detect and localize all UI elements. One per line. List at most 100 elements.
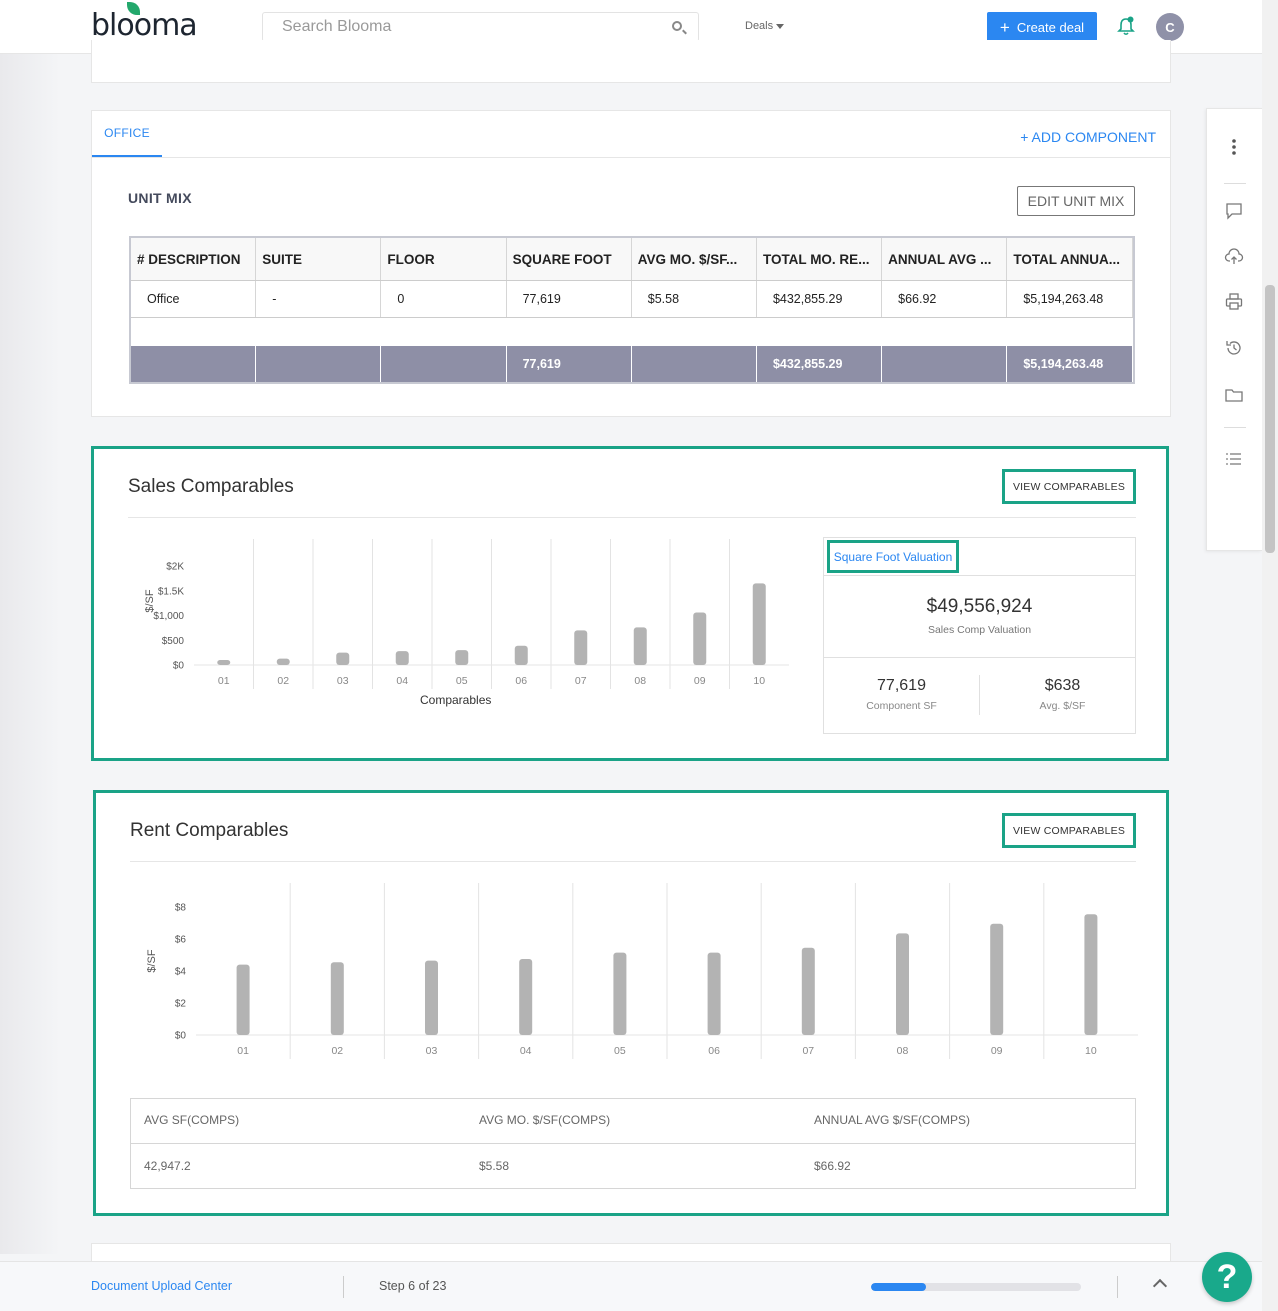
table-cell: 0 bbox=[381, 281, 507, 317]
table-row[interactable]: Office - 0 77,619 $5.58 $432,855.29 $66.… bbox=[131, 281, 1133, 318]
vertical-scrollbar[interactable] bbox=[1262, 0, 1278, 1311]
table-cell: 77,619 bbox=[507, 281, 632, 317]
table-cell: $432,855.29 bbox=[757, 281, 883, 317]
avg-sf-value: $638 bbox=[1044, 677, 1081, 694]
bar bbox=[1084, 914, 1098, 1035]
x-tick-label: 01 bbox=[237, 1045, 249, 1057]
unit-mix-title: UNIT MIX bbox=[128, 190, 192, 206]
unit-mix-table: # DESCRIPTION SUITE FLOOR SQUARE FOOT AV… bbox=[129, 236, 1135, 384]
bar bbox=[336, 652, 350, 665]
y-tick-label: $0 bbox=[175, 1031, 187, 1042]
create-deal-label: Create deal bbox=[1016, 19, 1085, 35]
search-input[interactable] bbox=[263, 13, 663, 41]
cloud-upload-icon[interactable] bbox=[1224, 247, 1244, 267]
rent-comparables-card: Rent Comparables VIEW COMPARABLES $0 $2 $4… bbox=[93, 790, 1169, 1216]
total-cell bbox=[381, 346, 507, 382]
column-header[interactable]: TOTAL ANNUA... bbox=[1007, 238, 1133, 280]
x-tick-label: 06 bbox=[708, 1045, 720, 1057]
bar bbox=[613, 952, 627, 1035]
total-cell bbox=[882, 346, 1008, 382]
x-tick-label: 10 bbox=[753, 675, 765, 687]
deals-label: Deals bbox=[745, 20, 774, 32]
y-tick-label: $6 bbox=[175, 935, 187, 946]
sales-comparables-chart: $0 $500 $1,000 $1.5K $2K $/SF 01 02 03 04 05 06 07 08… bbox=[144, 539, 789, 689]
x-tick-label: 08 bbox=[634, 675, 646, 687]
avg-sf-comps-value: 42,947.2 bbox=[144, 1159, 191, 1173]
avg-mo-sf-comps-header: AVG MO. $/SF(COMPS) bbox=[479, 1113, 611, 1127]
user-avatar[interactable]: C bbox=[1156, 13, 1184, 41]
tab-office[interactable]: OFFICE bbox=[92, 111, 162, 158]
y-tick-label: $8 bbox=[175, 903, 187, 914]
x-tick-label: 09 bbox=[991, 1045, 1003, 1057]
avg-sf-comps-header: AVG SF(COMPS) bbox=[144, 1113, 240, 1127]
component-sf-value: 77,619 bbox=[877, 677, 926, 694]
help-button[interactable]: ? bbox=[1202, 1252, 1252, 1302]
search-icon[interactable] bbox=[672, 21, 682, 31]
y-axis-label: $/SF bbox=[144, 589, 156, 613]
add-component-link[interactable]: + ADD COMPONENT bbox=[1020, 129, 1156, 145]
column-header[interactable]: ANNUAL AVG ... bbox=[882, 238, 1008, 280]
view-rent-comparables-button[interactable]: VIEW COMPARABLES bbox=[1002, 813, 1136, 848]
square-foot-valuation-tab[interactable]: Square Foot Valuation bbox=[827, 540, 959, 573]
column-header[interactable]: AVG MO. $/SF... bbox=[632, 238, 757, 280]
column-header[interactable]: TOTAL MO. RE... bbox=[757, 238, 883, 280]
bar bbox=[519, 959, 533, 1035]
bar bbox=[693, 612, 707, 665]
view-sales-comparables-button[interactable]: VIEW COMPARABLES bbox=[1002, 469, 1136, 504]
avg-mo-sf-comps-value: $5.58 bbox=[479, 1159, 510, 1173]
y-tick-label: $1.5K bbox=[158, 586, 184, 597]
sales-x-axis-label: Comparables bbox=[420, 693, 492, 707]
notification-bell-icon[interactable] bbox=[1117, 16, 1135, 36]
x-tick-label: 09 bbox=[694, 675, 706, 687]
folder-icon[interactable] bbox=[1224, 385, 1244, 405]
sales-comp-valuation-value: $49,556,924 bbox=[926, 596, 1033, 617]
x-tick-label: 05 bbox=[614, 1045, 626, 1057]
total-cell: $432,855.29 bbox=[757, 346, 883, 382]
bar bbox=[276, 658, 290, 665]
scrollbar-thumb[interactable] bbox=[1265, 285, 1275, 553]
comment-icon[interactable] bbox=[1224, 201, 1244, 221]
page-shadow bbox=[0, 54, 60, 1254]
rent-divider bbox=[130, 861, 1136, 862]
step-indicator: Step 6 of 23 bbox=[379, 1279, 447, 1293]
x-tick-label: 03 bbox=[337, 675, 349, 687]
bar bbox=[574, 630, 588, 665]
bar bbox=[425, 960, 438, 1035]
more-vertical-icon[interactable] bbox=[1224, 137, 1244, 157]
x-tick-label: 01 bbox=[218, 675, 230, 687]
x-tick-label: 07 bbox=[575, 675, 587, 687]
chevron-up-icon[interactable] bbox=[1152, 1278, 1168, 1294]
side-toolbar bbox=[1206, 108, 1262, 551]
column-header[interactable]: FLOOR bbox=[381, 238, 507, 280]
create-deal-button[interactable]: + Create deal bbox=[987, 12, 1097, 42]
bar bbox=[236, 964, 250, 1035]
list-icon[interactable] bbox=[1224, 449, 1244, 469]
table-cell: $5.58 bbox=[632, 281, 757, 317]
x-tick-label: 08 bbox=[897, 1045, 909, 1057]
table-header-row: # DESCRIPTION SUITE FLOOR SQUARE FOOT AV… bbox=[131, 238, 1133, 281]
sales-comp-valuation-label: Sales Comp Valuation bbox=[927, 624, 1032, 636]
bar bbox=[455, 650, 469, 665]
column-header[interactable]: # DESCRIPTION bbox=[131, 238, 257, 280]
bar bbox=[514, 645, 528, 665]
print-icon[interactable] bbox=[1224, 292, 1244, 312]
history-icon[interactable] bbox=[1224, 338, 1244, 358]
rent-comparables-chart: $0 $2 $4 $6 $8 $/SF 01 02 03 04 05 06 07 08 09 10 bbox=[146, 883, 1138, 1059]
column-header[interactable]: SUITE bbox=[256, 238, 382, 280]
edit-unit-mix-button[interactable]: EDIT UNIT MIX bbox=[1017, 186, 1135, 216]
bar bbox=[707, 952, 721, 1035]
previous-card-bottom bbox=[91, 40, 1171, 83]
logo-text: blooma bbox=[91, 8, 198, 43]
table-divider bbox=[131, 1143, 1135, 1144]
deals-dropdown[interactable]: Deals bbox=[745, 20, 785, 32]
x-tick-label: 10 bbox=[1085, 1045, 1097, 1057]
column-header[interactable]: SQUARE FOOT bbox=[507, 238, 632, 280]
panel-divider bbox=[824, 657, 1135, 658]
sales-comparables-title: Sales Comparables bbox=[128, 476, 294, 497]
document-upload-center-link[interactable]: Document Upload Center bbox=[91, 1279, 232, 1293]
x-tick-label: 04 bbox=[396, 675, 408, 687]
table-cell: $66.92 bbox=[882, 281, 1008, 317]
x-tick-label: 02 bbox=[331, 1045, 343, 1057]
blooma-logo[interactable]: blooma bbox=[91, 2, 198, 43]
square-foot-valuation-panel: Square Foot Valuation $49,556,924 Sales … bbox=[823, 537, 1136, 734]
